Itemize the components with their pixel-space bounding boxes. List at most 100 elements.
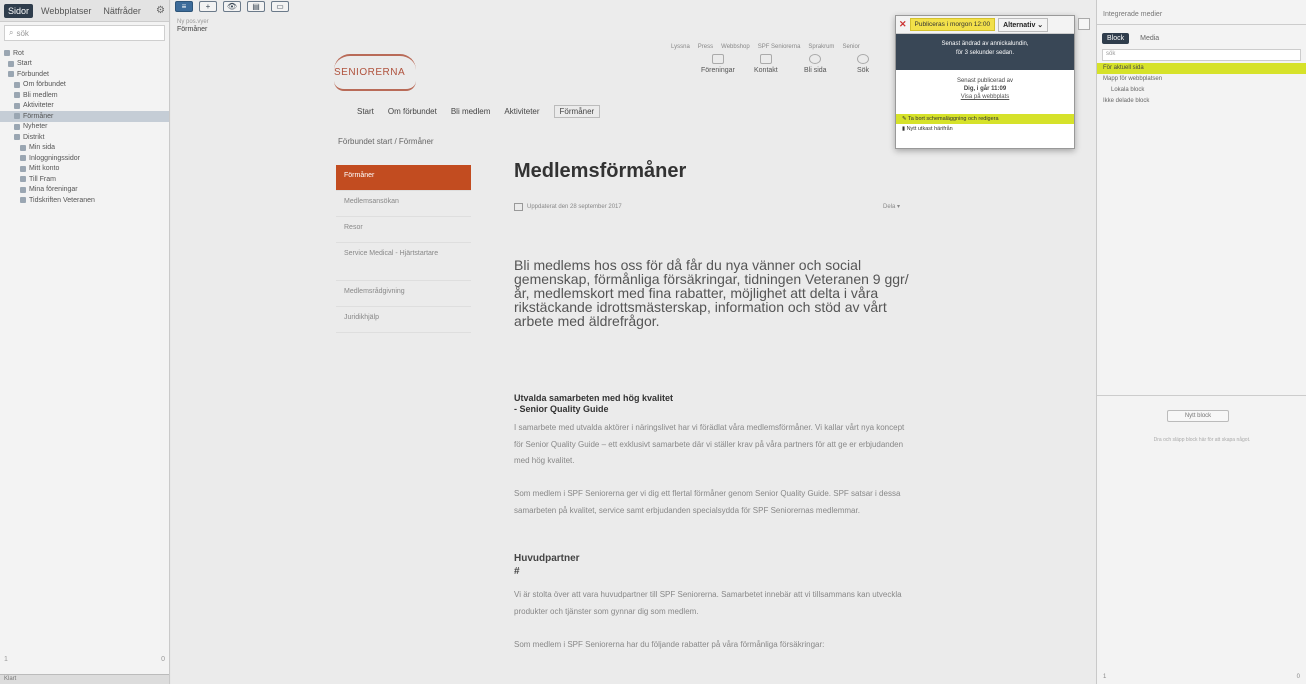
tree-node[interactable]: Mina föreningar (0, 185, 169, 196)
assets-tabs: Block Media (1097, 29, 1306, 47)
quick-link-min-sida[interactable]: Bli sida (804, 54, 827, 74)
side-nav-item[interactable]: Medlemsrådgivning (336, 281, 471, 307)
side-nav-item[interactable]: Medlemsansökan (336, 191, 471, 217)
new-block-button[interactable]: Nytt block (1167, 410, 1229, 422)
assets-panel-header: Integrerade medier (1097, 0, 1306, 25)
assets-pager: 1 0 (1103, 674, 1300, 680)
asset-folder-item[interactable]: Ikke delade block (1097, 96, 1306, 107)
panel-divider[interactable] (1097, 395, 1306, 396)
pager-right[interactable]: 0 (161, 656, 165, 666)
list-view-icon[interactable] (1078, 18, 1090, 30)
add-page-button[interactable]: + (199, 1, 217, 12)
tree-node-label: Till Fram (29, 175, 56, 183)
preview-button[interactable]: 👁 (223, 1, 241, 12)
quick-link-label: Bli sida (804, 67, 827, 74)
tree-node[interactable]: Rot (0, 48, 169, 59)
page-name[interactable]: Förmåner (177, 26, 207, 33)
tree-node[interactable]: Nyheter (0, 122, 169, 133)
pager-left[interactable]: 1 (1103, 674, 1106, 680)
status-text: Klart (4, 676, 17, 682)
tree-node[interactable]: Till Fram (0, 174, 169, 185)
toggle-tree-button[interactable]: ≡ (175, 1, 193, 12)
nav-start[interactable]: Start (357, 107, 374, 118)
last-published-line: Dig, i går 11:09 (963, 86, 1007, 92)
quick-link-kontakt[interactable]: Kontakt (754, 54, 778, 74)
last-changed-line: Senast ändrad av annickalundin, (941, 41, 1029, 47)
tree-node[interactable]: Förbundet (0, 69, 169, 80)
pager-left[interactable]: 1 (4, 656, 8, 666)
view-on-site-link[interactable]: Visa på webbplats (896, 93, 1074, 101)
tree-node-label: Distrikt (23, 133, 45, 141)
article-date: Uppdaterat den 28 september 2017 (527, 204, 622, 210)
nav-bli-medlem[interactable]: Bli medlem (451, 107, 491, 118)
spf-logo[interactable]: SENIORERNA (334, 54, 416, 92)
page-title[interactable]: Medlemsförmåner (514, 160, 686, 183)
util-link[interactable]: Press (698, 44, 713, 50)
tab-sites[interactable]: Webbplatser (37, 4, 95, 18)
quick-link-sok[interactable]: Sök (857, 54, 869, 74)
tree-node[interactable]: Mitt konto (0, 164, 169, 175)
section-heading-quality[interactable]: Utvalda samarbeten med hög kvalitet - Se… (514, 393, 673, 415)
share-button[interactable]: Dela ▾ (883, 203, 900, 210)
search-icon (857, 54, 870, 64)
last-changed-line: för 3 sekunder sedan. (955, 50, 1015, 56)
tree-node[interactable]: Aktiviteter (0, 101, 169, 112)
nav-formaner[interactable]: Förmåner (553, 105, 601, 118)
publish-status-button[interactable]: Publiceras i morgon 12:00 (909, 18, 996, 31)
util-link[interactable]: Webbshop (721, 44, 750, 50)
body-paragraph[interactable]: Som medlem i SPF Seniorerna har du följa… (514, 637, 914, 654)
all-properties-button[interactable]: ▤ (247, 1, 265, 12)
tree-node-label: Min sida (29, 144, 56, 152)
tree-node[interactable]: Inloggningssidor (0, 153, 169, 164)
asset-folder-item[interactable]: Lokala block (1097, 85, 1306, 96)
tree-node[interactable]: Bli medlem (0, 90, 169, 101)
close-icon[interactable]: ✕ (899, 19, 907, 30)
nav-aktiviteter[interactable]: Aktiviteter (504, 107, 539, 118)
breadcrumb[interactable]: Förbundet start / Förmåner (338, 137, 434, 146)
tree-node-label: Mina föreningar (29, 186, 78, 194)
nav-om-forbundet[interactable]: Om förbundet (388, 107, 437, 118)
side-nav-item[interactable]: Service Medical - Hjärtstartare (336, 243, 471, 281)
calendar-icon (514, 203, 523, 211)
side-nav-item[interactable]: Förmåner (336, 165, 471, 191)
util-link[interactable]: Senior (842, 44, 859, 50)
asset-folder-item[interactable]: För aktuell sida (1097, 63, 1306, 74)
last-changed-info: Senast ändrad av annickalundin, för 3 se… (896, 34, 1074, 70)
section-heading-partner[interactable]: Huvudpartner # (514, 552, 580, 578)
util-link[interactable]: Lyssna (671, 44, 690, 50)
util-link[interactable]: Sprakrum (808, 44, 834, 50)
tab-media[interactable]: Media (1135, 33, 1164, 44)
pager-right[interactable]: 0 (1297, 674, 1300, 680)
assets-panel-title: Integrerade medier (1103, 11, 1163, 18)
tree-node[interactable]: Distrikt (0, 132, 169, 143)
body-paragraph[interactable]: Som medlem i SPF Seniorerna ger vi dig e… (514, 486, 914, 519)
tree-node-label: Aktiviteter (23, 102, 54, 110)
tab-blocks[interactable]: Block (1102, 32, 1130, 44)
remove-schedule-option[interactable]: ✎ Ta bort schemaläggning och redigera (896, 114, 1074, 124)
tree-node[interactable]: Tidskriften Veteranen (0, 195, 169, 206)
body-paragraph[interactable]: I samarbete med utvalda aktörer i näring… (514, 420, 914, 470)
heading-line: Utvalda samarbeten med hög kvalitet (514, 393, 674, 403)
tab-pages[interactable]: Sidor (4, 3, 34, 18)
quick-link-foreningar[interactable]: Föreningar (701, 54, 735, 74)
assets-panel: Integrerade medier Block Media sök För a… (1096, 0, 1306, 684)
intro-text[interactable]: Bli medlems hos oss för då får du nya vä… (514, 258, 912, 328)
side-nav-item[interactable]: Juridikhjälp (336, 307, 471, 333)
page-tree-search-input[interactable]: ⌕ sök (4, 25, 165, 41)
tree-node-label: Rot (13, 49, 24, 57)
body-paragraph[interactable]: Vi är stolta över att vara huvudpartner … (514, 587, 914, 620)
tree-node[interactable]: Min sida (0, 143, 169, 154)
assets-search-input[interactable]: sök (1102, 49, 1301, 61)
option-label: Ta bort schemaläggning och redigera (908, 116, 999, 122)
compare-button[interactable]: ▭ (271, 1, 289, 12)
asset-folder-item[interactable]: Mapp för webbplatsen (1097, 74, 1306, 85)
gear-icon[interactable]: ⚙ (156, 5, 165, 16)
new-draft-option[interactable]: ▮ Nytt utkast härifrån (896, 124, 1074, 134)
side-nav-item[interactable]: Resor (336, 217, 471, 243)
tab-tasks[interactable]: Nätfråder (99, 4, 145, 18)
alternatives-button[interactable]: Alternativ ⌄ (998, 17, 1049, 32)
util-link[interactable]: SPF Seniorerna (758, 44, 801, 50)
tree-node[interactable]: Om förbundet (0, 80, 169, 91)
tree-node[interactable]: Förmåner (0, 111, 169, 122)
tree-node[interactable]: Start (0, 59, 169, 70)
